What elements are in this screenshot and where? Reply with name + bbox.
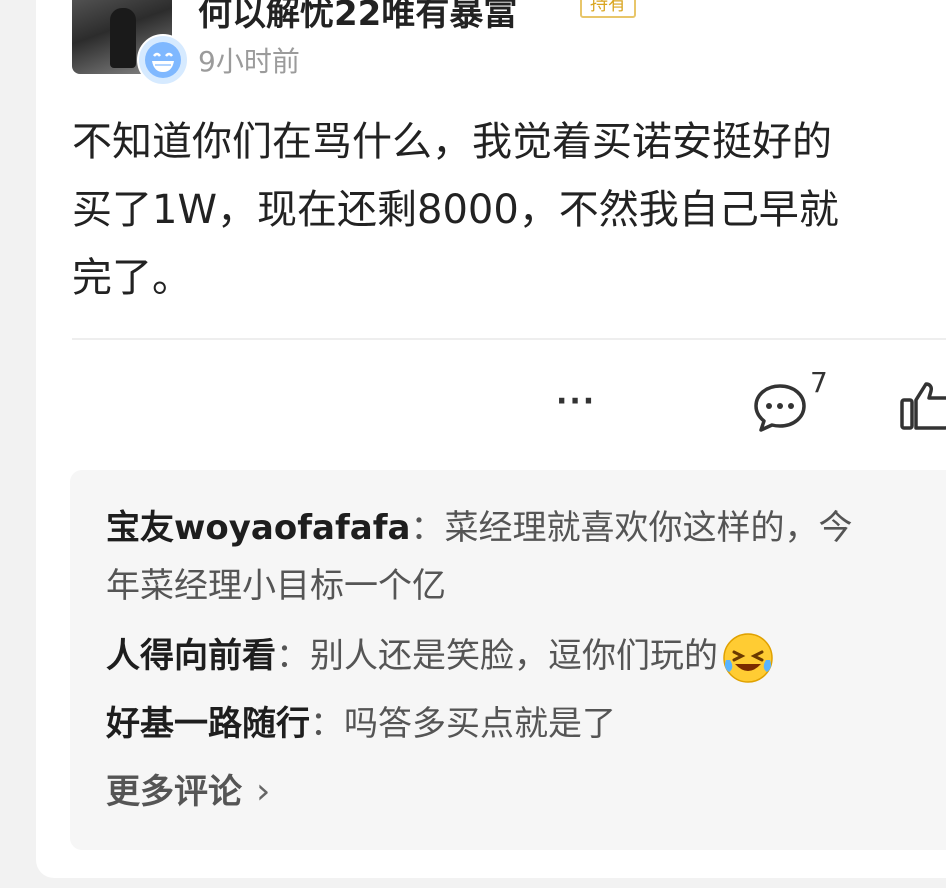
grinning-face-icon — [137, 34, 189, 86]
thumbs-up-icon[interactable] — [898, 380, 946, 432]
divider — [72, 338, 946, 340]
chevron-right-icon: › — [256, 771, 271, 812]
laughing-tears-face-icon — [723, 632, 773, 683]
reply-list: 宝友woyaofafafa：菜经理就喜欢你这样的，今 年菜经理小目标一个亿 人得… — [70, 470, 946, 850]
comment-count: 7 — [810, 366, 828, 399]
more-comments-label: 更多评论 — [106, 772, 242, 812]
post-text-line: 买了1W，现在还剩8000，不然我自己早就 — [72, 187, 839, 233]
reply-text: 菜经理就喜欢你这样的，今 — [444, 508, 853, 548]
post-text-line: 不知道你们在骂什么，我觉着买诺安挺好的 — [72, 119, 832, 165]
reply-author[interactable]: 好基一路随行 — [106, 704, 310, 744]
post-body[interactable]: 不知道你们在骂什么，我觉着买诺安挺好的 买了1W，现在还剩8000，不然我自己早… — [72, 108, 946, 308]
more-dots-icon[interactable]: ··· — [556, 384, 596, 419]
avatar-figure — [110, 8, 136, 68]
reply-author[interactable]: 人得向前看 — [106, 636, 276, 676]
post-author[interactable]: 何以解忧22唯有暴富 — [198, 0, 517, 35]
more-comments-link[interactable]: 更多评论 › — [106, 764, 270, 820]
reply-text-continued: 年菜经理小目标一个亿 — [106, 566, 446, 606]
reply-colon: ： — [410, 508, 445, 548]
reply-text: 吗答多买点就是了 — [344, 704, 616, 744]
reply-item[interactable]: 宝友woyaofafafa：菜经理就喜欢你这样的，今 — [106, 500, 852, 556]
comment-bubble-icon[interactable] — [752, 382, 808, 434]
reply-author[interactable]: 宝友woyaofafafa — [106, 508, 410, 548]
post-text-line: 完了。 — [72, 255, 192, 301]
post-time: 9小时前 — [198, 45, 300, 78]
reply-text: 别人还是笑脸，逗你们玩的 — [310, 636, 718, 676]
holding-badge: 持有 — [580, 0, 636, 18]
reply-colon: ： — [310, 704, 344, 744]
reply-item[interactable]: 人得向前看：别人还是笑脸，逗你们玩的 — [106, 628, 776, 686]
reply-colon: ： — [276, 636, 310, 676]
reply-item[interactable]: 好基一路随行：吗答多买点就是了 — [106, 696, 616, 752]
